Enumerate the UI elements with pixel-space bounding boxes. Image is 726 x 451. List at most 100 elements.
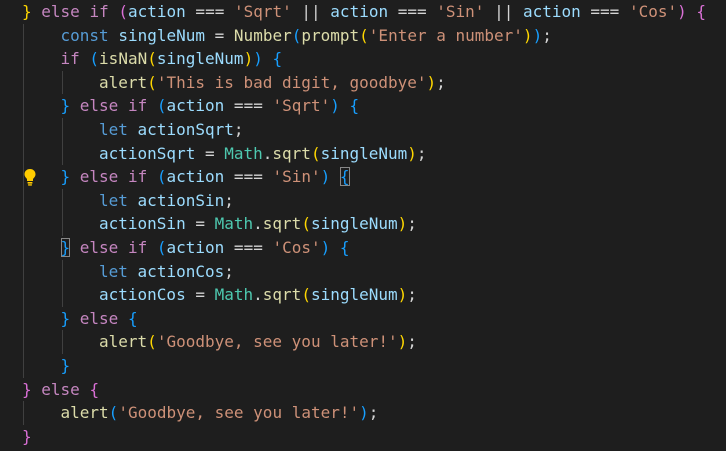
token-var: singleNum (310, 214, 398, 234)
token-str: 'Goodbye, see you later!' (156, 332, 398, 352)
token-kw: if (89, 2, 109, 21)
token-b3: { (127, 308, 138, 328)
token-b2: ) (677, 2, 687, 21)
token-b3: } (60, 96, 71, 116)
code-editor[interactable]: } else if (action === 'Sqrt' || action =… (0, 0, 726, 451)
token-text: ; (407, 332, 417, 352)
token-text: || (484, 2, 523, 21)
token-b3: ( (156, 237, 167, 257)
code-line[interactable]: let actionSqrt; (0, 117, 726, 142)
code-line[interactable]: let actionCos; (0, 259, 726, 284)
code-line[interactable]: let actionSin; (0, 188, 726, 213)
token-b3: ) (330, 96, 340, 116)
code-line[interactable]: } else if (action === 'Cos') { (0, 235, 726, 260)
token-b3: ( (108, 403, 119, 423)
token-fn: alert (99, 332, 148, 352)
token-text: = (185, 214, 215, 234)
token-var: action (166, 96, 225, 116)
token-kw: else (79, 167, 119, 187)
code-line[interactable]: const singleNum = Number(prompt('Enter a… (0, 23, 726, 48)
token-b1: ( (359, 25, 369, 45)
code-line[interactable]: } else { (0, 378, 726, 402)
token-b1: ( (147, 332, 157, 352)
token-b1: ) (407, 143, 417, 163)
indent-guide (23, 283, 24, 307)
code-line[interactable]: } else if (action === 'Sin') { (0, 165, 726, 189)
code-line[interactable]: } else { (0, 306, 726, 331)
token-text: . (253, 285, 263, 305)
token-str: 'Sqrt' (272, 96, 331, 116)
indent-guide (23, 235, 24, 260)
token-text: . (253, 214, 263, 234)
token-b3: ) (320, 237, 331, 257)
token-b3: ) (320, 167, 331, 187)
indent-guide (61, 188, 63, 213)
token-str: 'This is bad digit, goodbye' (156, 72, 427, 92)
token-var: actionCos (137, 261, 225, 281)
token-kw: else (79, 308, 119, 328)
token-b1: } (22, 2, 32, 21)
code-line[interactable]: } (0, 353, 726, 378)
token-kw: if (60, 49, 80, 69)
code-line[interactable]: actionCos = Math.sqrt(singleNum); (0, 283, 726, 307)
token-fn: alert (99, 72, 148, 92)
token-fn: Number (233, 25, 292, 45)
token-text: ; (233, 119, 244, 139)
token-b1: ) (426, 72, 437, 92)
token-b1: ) (397, 285, 408, 305)
lightbulb-icon[interactable] (23, 166, 37, 188)
token-var: singleNum (118, 25, 206, 45)
indent-guide (23, 330, 24, 354)
code-line[interactable]: actionSqrt = Math.sqrt(singleNum); (0, 141, 726, 166)
token-b3: { (339, 237, 350, 257)
token-text: ; (407, 214, 417, 234)
token-b3: } (60, 237, 71, 257)
token-kw: if (127, 96, 148, 116)
indent-guide (23, 306, 24, 331)
token-b3: } (60, 308, 71, 328)
code-line[interactable]: alert('This is bad digit, goodbye'); (0, 70, 726, 95)
token-kw2: let (99, 261, 128, 281)
token-b3: ( (156, 96, 167, 116)
token-b1: ) (397, 332, 408, 352)
code-line[interactable]: actionSin = Math.sqrt(singleNum); (0, 212, 726, 236)
code-line[interactable]: alert('Goodbye, see you later!'); (0, 401, 726, 425)
code-line[interactable]: alert('Goodbye, see you later!'); (0, 330, 726, 354)
code-line[interactable]: } else if (action === 'Sqrt' || action =… (0, 0, 726, 24)
code-line[interactable]: if (isNaN(singleNum)) { (0, 47, 726, 71)
token-var: singleNum (156, 49, 244, 69)
token-str: 'Sqrt' (233, 2, 292, 21)
indent-guide (61, 141, 63, 166)
token-text: . (262, 143, 273, 163)
indent-guide (61, 117, 63, 142)
code-line[interactable]: } (0, 425, 726, 449)
token-fn: sqrt (262, 285, 302, 305)
code-area[interactable]: } else if (action === 'Sqrt' || action =… (0, 0, 726, 448)
indent-guide (61, 283, 63, 307)
token-b2: ( (118, 2, 128, 21)
token-var: actionSqrt (99, 143, 196, 163)
token-var: actionSin (99, 214, 186, 234)
token-var: actionSqrt (137, 119, 234, 139)
token-text: ; (224, 190, 234, 210)
token-b3: { (339, 167, 350, 187)
code-line[interactable]: } else if (action === 'Sqrt') { (0, 94, 726, 118)
token-b3: } (60, 167, 71, 187)
token-b1: ) (243, 49, 254, 69)
token-kw: else (79, 96, 119, 116)
token-text: === (224, 237, 273, 257)
token-var: action (166, 237, 225, 257)
token-b2: { (89, 379, 100, 399)
token-b1: ) (397, 214, 408, 234)
indent-guide (61, 212, 63, 236)
token-fn: isNaN (99, 49, 148, 69)
